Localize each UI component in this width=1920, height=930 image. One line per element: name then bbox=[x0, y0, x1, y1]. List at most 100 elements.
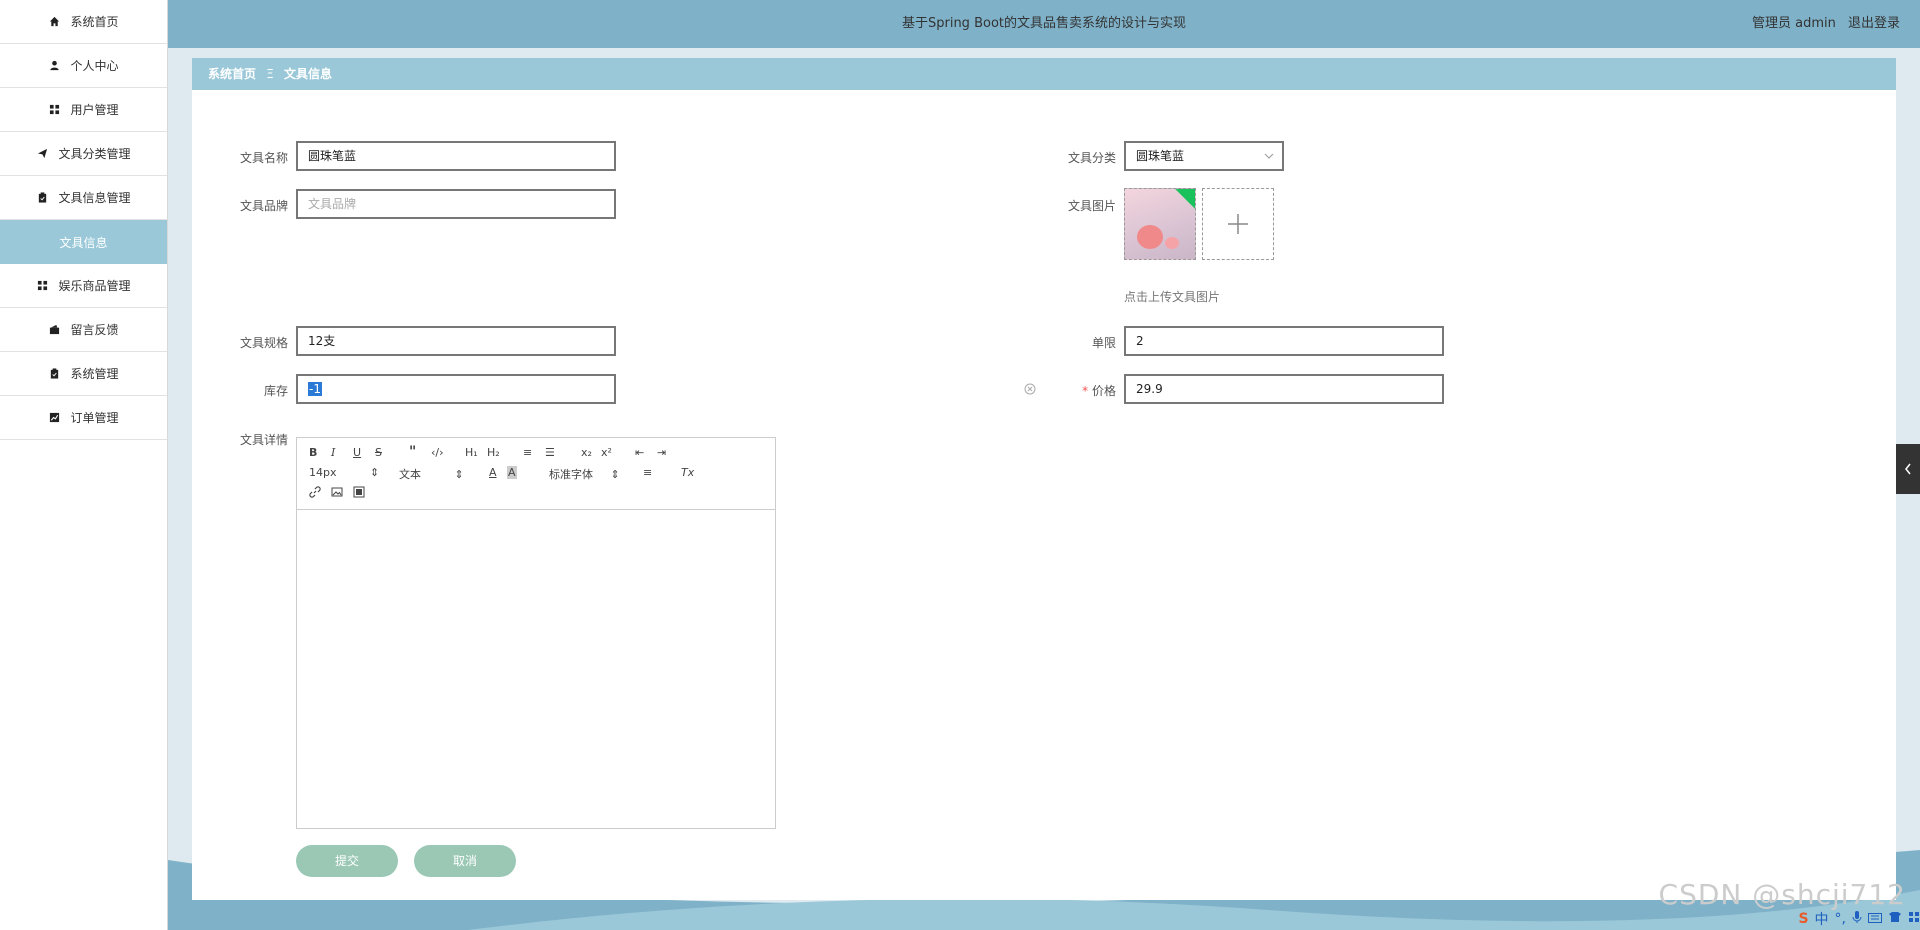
sidebar-item-entertainment[interactable]: 娱乐商品管理 bbox=[0, 264, 167, 308]
sidebar-item-label: 订单管理 bbox=[70, 411, 119, 425]
stock-input[interactable]: -1 bbox=[296, 374, 616, 404]
sidebar-item-system[interactable]: 系统管理 bbox=[0, 352, 167, 396]
category-select[interactable]: 圆珠笔蓝 bbox=[1124, 141, 1284, 171]
sidebar-item-category[interactable]: 文具分类管理 bbox=[0, 132, 167, 176]
chart-icon bbox=[48, 412, 60, 424]
clear-icon[interactable] bbox=[1024, 383, 1036, 395]
brand-input[interactable]: 文具品牌 bbox=[296, 189, 616, 219]
breadcrumb-separator: Ξ bbox=[266, 67, 274, 81]
submit-button[interactable]: 提交 bbox=[296, 845, 398, 877]
chevron-left-icon bbox=[1905, 463, 1911, 475]
sidebar-item-label: 用户管理 bbox=[70, 103, 119, 117]
image-label: 文具图片 bbox=[1067, 199, 1116, 213]
price-label-wrap: * 价格 bbox=[1036, 382, 1116, 399]
select-arrows-icon: ⇕ bbox=[454, 468, 464, 481]
code-icon[interactable]: ‹/› bbox=[431, 446, 444, 459]
sidebar-item-label: 系统管理 bbox=[70, 367, 119, 381]
grid-icon bbox=[36, 280, 48, 292]
sogou-icon[interactable]: S bbox=[1798, 911, 1808, 927]
image-upload-hint: 点击上传文具图片 bbox=[1124, 290, 1221, 304]
clipboard-icon bbox=[36, 192, 48, 204]
font-size-value: 14px bbox=[309, 466, 337, 479]
sidebar-item-label: 文具信息 bbox=[59, 235, 108, 250]
name-input[interactable]: 圆珠笔蓝 bbox=[296, 141, 616, 171]
upload-add-button[interactable] bbox=[1202, 188, 1274, 260]
category-label: 文具分类 bbox=[1067, 151, 1116, 165]
top-header: 基于Spring Boot的文具品售卖系统的设计与实现 管理员 admin 退出… bbox=[168, 0, 1920, 48]
editor-content-area[interactable] bbox=[297, 510, 775, 828]
uploaded-image-thumbnail[interactable] bbox=[1124, 188, 1196, 260]
font-size-select[interactable]: 14px ⇕ bbox=[309, 466, 379, 479]
select-arrows-icon: ⇕ bbox=[370, 466, 380, 479]
thumbnail-shape bbox=[1137, 225, 1163, 249]
ordered-list-icon[interactable]: ≡ bbox=[523, 446, 532, 459]
superscript-icon[interactable]: x² bbox=[601, 446, 612, 459]
sidebar-item-label: 娱乐商品管理 bbox=[58, 279, 131, 293]
clipboard-icon bbox=[48, 368, 60, 380]
subscript-icon[interactable]: x₂ bbox=[581, 446, 592, 459]
outdent-icon[interactable]: ⇤ bbox=[635, 446, 644, 459]
spec-input[interactable]: 12支 bbox=[296, 326, 616, 356]
paper-plane-icon bbox=[36, 148, 48, 160]
person-icon bbox=[48, 60, 60, 72]
price-label: 价格 bbox=[1091, 384, 1116, 398]
app-title: 基于Spring Boot的文具品售卖系统的设计与实现 bbox=[901, 16, 1186, 31]
rich-text-editor: B I U S " ‹/› H₁ H₂ ≡ ☰ x₂ x² ⇤ ⇥ 14px ⇕… bbox=[296, 437, 776, 829]
breadcrumb: 系统首页 Ξ 文具信息 bbox=[192, 58, 1896, 90]
sidebar: 系统首页 个人中心 用户管理 文具分类管理 文具信息管理 文具信息 娱乐商品管理 bbox=[0, 0, 168, 930]
sidebar-subitem-stationery-info[interactable]: 文具信息 bbox=[0, 220, 167, 264]
keyboard-icon[interactable] bbox=[1868, 911, 1882, 927]
logout-link[interactable]: 退出登录 bbox=[1848, 16, 1900, 31]
sidebar-item-label: 留言反馈 bbox=[70, 323, 119, 337]
image-icon[interactable] bbox=[331, 486, 343, 501]
text-style-value: 文本 bbox=[399, 468, 421, 481]
limit-label: 单限 bbox=[1091, 336, 1116, 350]
wallet-icon bbox=[48, 324, 60, 336]
sidebar-item-profile[interactable]: 个人中心 bbox=[0, 44, 167, 88]
category-value: 圆珠笔蓝 bbox=[1136, 149, 1185, 163]
font-family-select[interactable]: 标准字体 ⇕ bbox=[549, 466, 620, 482]
stock-value-selected: -1 bbox=[308, 382, 322, 396]
bold-icon[interactable]: B bbox=[309, 446, 317, 459]
clear-format-icon[interactable]: Tx bbox=[681, 466, 694, 479]
price-input[interactable]: 29.9 bbox=[1124, 374, 1444, 404]
indent-icon[interactable]: ⇥ bbox=[657, 446, 666, 459]
sidebar-item-home[interactable]: 系统首页 bbox=[0, 0, 167, 44]
cancel-button[interactable]: 取消 bbox=[414, 845, 516, 877]
text-style-select[interactable]: 文本 ⇕ bbox=[399, 466, 464, 482]
sidebar-item-feedback[interactable]: 留言反馈 bbox=[0, 308, 167, 352]
italic-icon[interactable]: I bbox=[331, 446, 335, 459]
heading2-icon[interactable]: H₂ bbox=[487, 446, 500, 459]
video-icon[interactable] bbox=[353, 486, 365, 501]
font-color-icon[interactable]: A bbox=[489, 466, 497, 479]
strikethrough-icon[interactable]: S bbox=[375, 446, 382, 459]
sidebar-item-label: 文具分类管理 bbox=[58, 147, 131, 161]
detail-label: 文具详情 bbox=[239, 433, 288, 447]
align-icon[interactable]: ≡ bbox=[643, 466, 652, 479]
name-label: 文具名称 bbox=[239, 151, 288, 165]
sidebar-item-users[interactable]: 用户管理 bbox=[0, 88, 167, 132]
sidebar-item-stationery-info-management[interactable]: 文具信息管理 bbox=[0, 176, 167, 220]
success-corner-icon bbox=[1175, 189, 1195, 209]
blockquote-icon[interactable]: " bbox=[409, 444, 416, 460]
ime-language[interactable]: 中 bbox=[1815, 909, 1829, 929]
sidebar-item-label: 文具信息管理 bbox=[58, 191, 131, 205]
breadcrumb-current: 文具信息 bbox=[283, 67, 332, 81]
punctuation-icon[interactable]: °, bbox=[1835, 911, 1846, 927]
underline-icon[interactable]: U bbox=[353, 446, 361, 459]
microphone-icon[interactable] bbox=[1852, 910, 1862, 928]
heading1-icon[interactable]: H₁ bbox=[465, 446, 478, 459]
apps-grid-icon[interactable] bbox=[1908, 911, 1920, 927]
skin-icon[interactable] bbox=[1888, 911, 1902, 927]
link-icon[interactable] bbox=[309, 486, 321, 501]
breadcrumb-home[interactable]: 系统首页 bbox=[208, 67, 256, 81]
limit-input[interactable]: 2 bbox=[1124, 326, 1444, 356]
sidebar-item-label: 个人中心 bbox=[70, 59, 119, 73]
sidebar-item-orders[interactable]: 订单管理 bbox=[0, 396, 167, 440]
editor-toolbar: B I U S " ‹/› H₁ H₂ ≡ ☰ x₂ x² ⇤ ⇥ 14px ⇕… bbox=[297, 438, 775, 510]
brand-label: 文具品牌 bbox=[239, 199, 288, 213]
bullet-list-icon[interactable]: ☰ bbox=[545, 446, 555, 459]
ime-toolbar: S 中 °, bbox=[1798, 908, 1920, 930]
background-color-icon[interactable]: A bbox=[507, 466, 517, 479]
side-panel-toggle[interactable] bbox=[1896, 444, 1920, 494]
